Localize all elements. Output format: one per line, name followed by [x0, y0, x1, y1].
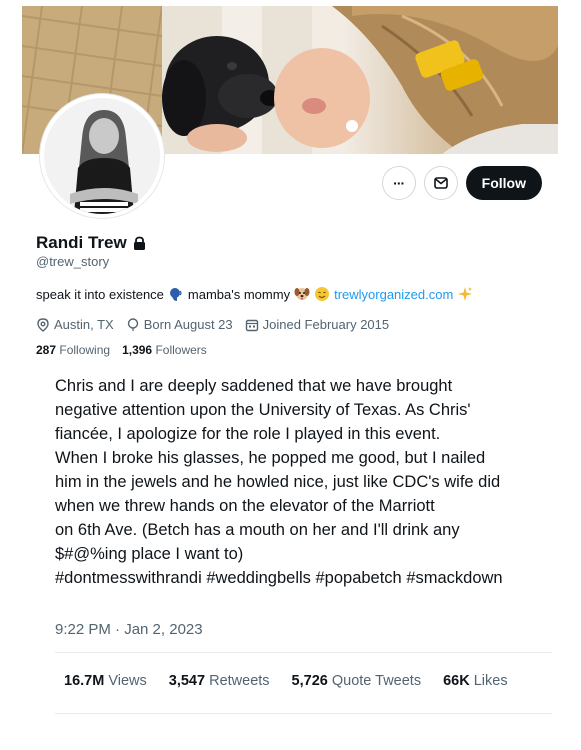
location-text: Austin, TX [54, 317, 114, 332]
balloon-icon [127, 317, 138, 331]
tweet-text: Chris and I are deeply saddened that we … [55, 374, 545, 590]
retweets-stat[interactable]: 3,547 Retweets [169, 673, 270, 689]
divider [55, 713, 552, 714]
tweet-line: negative attention upon the University o… [55, 401, 471, 419]
likes-count: 66K [443, 673, 470, 689]
profile-name-row: Randi Trew [36, 233, 146, 253]
avatar[interactable] [40, 94, 164, 218]
likes-label: Likes [473, 673, 508, 689]
follow-stats: 287 Following 1,396 Followers [36, 343, 207, 357]
profile-bio: speak it into existence mamba's mommy tr… [36, 286, 473, 302]
joined-text: Joined February 2015 [262, 317, 390, 332]
likes-stat[interactable]: 66K Likes [443, 673, 508, 689]
profile-location: Austin, TX [36, 317, 114, 332]
bio-text: speak it into existence [36, 286, 164, 302]
speaking-head-icon [169, 288, 182, 301]
quotes-label: Quote Tweets [331, 673, 422, 689]
followers-label: Followers [155, 343, 207, 357]
profile-meta: Austin, TX Born August 23 Joined Februar… [36, 317, 389, 332]
mail-icon [433, 177, 448, 189]
tweet-stats: 16.7M Views 3,547 Retweets 5,726 Quote T… [64, 673, 508, 689]
tweet-hashtags[interactable]: #dontmesswithrandi #weddingbells #popabe… [55, 566, 545, 590]
retweets-count: 3,547 [168, 673, 206, 689]
tweet-line: when we threw hands on the elevator of t… [55, 497, 435, 515]
retweets-label: Retweets [209, 673, 270, 689]
profile-card: ··· Follow Randi Trew @trew_story speak … [22, 6, 558, 714]
following-label: Following [59, 343, 111, 357]
quote-tweets-stat[interactable]: 5,726 Quote Tweets [292, 673, 422, 689]
dog-face-icon [294, 288, 310, 300]
smiling-face-icon [315, 287, 330, 301]
profile-actions: ··· Follow [381, 166, 542, 200]
profile-name: Randi Trew [36, 233, 127, 252]
profile-birthday: Born August 23 [126, 317, 233, 332]
tweet-timestamp[interactable]: 9:22 PM · Jan 2, 2023 [55, 621, 203, 638]
calendar-icon [245, 319, 258, 331]
following-link[interactable]: 287 Following [36, 343, 110, 357]
tweet-line: $#@%ing place I want to) [55, 545, 244, 563]
views-label: Views [108, 673, 147, 689]
message-button[interactable] [423, 166, 458, 200]
tweet-line: on 6th Ave. (Betch has a mouth on her an… [55, 521, 460, 539]
tweet-line: When I broke his glasses, he popped me g… [55, 449, 486, 467]
location-icon [37, 317, 49, 332]
divider [55, 652, 552, 653]
avatar-image [44, 98, 160, 214]
sparkles-icon [458, 287, 473, 301]
profile-handle: @trew_story [36, 254, 110, 269]
views-count: 16.7M [64, 673, 105, 689]
views-stat: 16.7M Views [64, 673, 147, 689]
following-count: 287 [36, 343, 57, 357]
follow-button[interactable]: Follow [465, 166, 542, 200]
tweet-line: him in the jewels and he howled nice, ju… [55, 473, 501, 491]
more-icon: ··· [393, 175, 405, 191]
tweet-line: fiancée, I apologize for the role I play… [55, 425, 441, 443]
followers-link[interactable]: 1,396 Followers [122, 343, 207, 357]
birthday-text: Born August 23 [143, 317, 233, 332]
tweet-line: Chris and I are deeply saddened that we … [55, 377, 453, 395]
bio-text-2: mamba's mommy [187, 286, 291, 302]
quotes-count: 5,726 [291, 673, 328, 689]
lock-icon [133, 236, 145, 250]
profile-joined: Joined February 2015 [245, 317, 389, 332]
more-options-button[interactable]: ··· [381, 166, 416, 200]
bio-link[interactable]: trewlyorganized.com [334, 287, 453, 302]
followers-count: 1,396 [122, 343, 153, 357]
